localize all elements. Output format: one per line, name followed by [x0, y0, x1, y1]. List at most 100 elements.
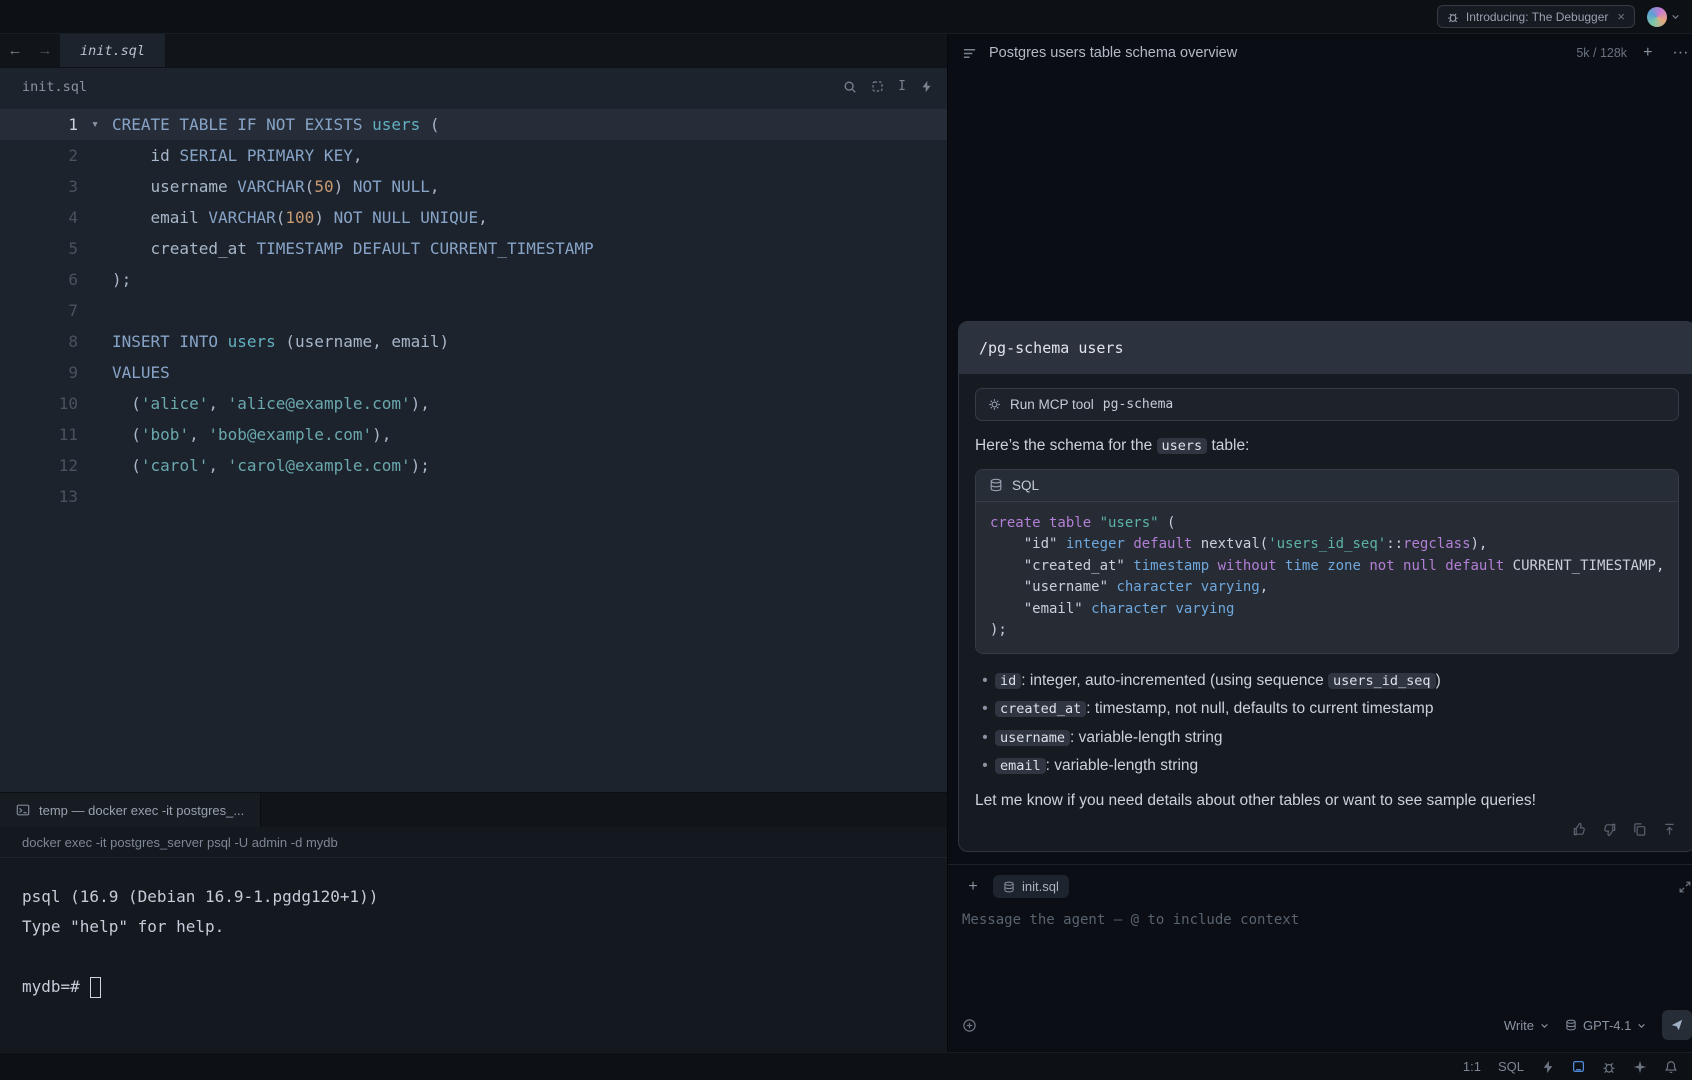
chevron-down-icon [1671, 12, 1680, 21]
message-input[interactable]: Message the agent — @ to include context [962, 912, 1692, 1010]
edit-prediction-icon[interactable] [1541, 1060, 1555, 1074]
code-line[interactable]: 11 ('bob', 'bob@example.com'), [0, 419, 947, 450]
sql-code-lines[interactable]: create table "users" ( "id" integer defa… [976, 502, 1678, 653]
tab-init-sql[interactable]: init.sql [60, 34, 166, 67]
model-selector[interactable]: GPT-4.1 [1565, 1018, 1646, 1033]
user-command: /pg-schema users [979, 339, 1124, 357]
tool-call[interactable]: Run MCP tool pg-schema [975, 388, 1679, 421]
terminal-line: psql (16.9 (Debian 16.9-1.pgdg120+1)) [22, 882, 925, 912]
close-icon[interactable]: × [1617, 9, 1625, 24]
titlebar: Introducing: The Debugger × [0, 0, 1692, 34]
code-line[interactable]: 5 created_at TIMESTAMP DEFAULT CURRENT_T… [0, 233, 947, 264]
code-line[interactable]: 8INSERT INTO users (username, email) [0, 326, 947, 357]
code-line[interactable]: 12 ('carol', 'carol@example.com'); [0, 450, 947, 481]
thread-menu-icon[interactable] [962, 46, 977, 61]
bullet-item: •created_at: timestamp, not null, defaul… [975, 695, 1679, 724]
nav-forward-button[interactable]: → [30, 34, 60, 67]
schema-bullet-list: •id: integer, auto-incremented (using se… [975, 667, 1679, 781]
terminal-command: docker exec -it postgres_server psql -U … [22, 835, 338, 850]
code-line[interactable]: 4 email VARCHAR(100) NOT NULL UNIQUE, [0, 202, 947, 233]
code-line[interactable]: 10 ('alice', 'alice@example.com'), [0, 388, 947, 419]
code-line[interactable]: 3 username VARCHAR(50) NOT NULL, [0, 171, 947, 202]
thumbs-down-icon[interactable] [1602, 822, 1617, 837]
mode-selector[interactable]: Write [1504, 1018, 1549, 1033]
send-button[interactable] [1662, 1010, 1692, 1040]
more-options-button[interactable]: ··· [1668, 43, 1692, 63]
debugger-notification[interactable]: Introducing: The Debugger × [1437, 5, 1635, 28]
cursor-position[interactable]: 1:1 [1463, 1059, 1481, 1074]
terminal-output-lines: psql (16.9 (Debian 16.9-1.pgdg120+1))Typ… [22, 882, 925, 942]
message-card: /pg-schema users Run MCP tool pg-schema … [958, 321, 1692, 853]
breadcrumb[interactable]: init.sql [22, 79, 87, 95]
zed-window: Introducing: The Debugger × ← → init.sql… [0, 0, 1692, 1080]
code-editor[interactable]: 1▾CREATE TABLE IF NOT EXISTS users (2 id… [0, 105, 947, 792]
terminal-tab-bar: temp — docker exec -it postgres_... [0, 793, 947, 827]
scroll-top-icon[interactable] [1662, 822, 1677, 837]
sql-code-block-header[interactable]: SQL [976, 470, 1678, 502]
search-icon[interactable] [843, 80, 857, 94]
user-message[interactable]: /pg-schema users [959, 322, 1692, 374]
bullet-item: •email: variable-length string [975, 752, 1679, 781]
expand-composer-icon[interactable] [1678, 880, 1692, 894]
new-thread-button[interactable]: + [1639, 43, 1656, 63]
chevron-down-icon [1637, 1021, 1646, 1030]
terminal-cursor [90, 977, 101, 998]
tab-bar: ← → init.sql [0, 34, 947, 68]
status-bar: 1:1 SQL [0, 1052, 1692, 1080]
code-line[interactable]: 7 [0, 295, 947, 326]
assistant-outro: Let me know if you need details about ot… [975, 789, 1679, 812]
message-composer[interactable]: + init.sql Message the agent — @ to incl… [948, 864, 1692, 1052]
thread-title[interactable]: Postgres users table schema overview [989, 45, 1564, 61]
sql-line: "created_at" timestamp without time zone… [990, 556, 1664, 578]
notification-label: Introducing: The Debugger [1466, 10, 1609, 24]
terminal-output[interactable]: psql (16.9 (Debian 16.9-1.pgdg120+1))Typ… [0, 858, 947, 1052]
file-icon [1003, 881, 1015, 893]
language-indicator[interactable]: SQL [1498, 1059, 1524, 1074]
avatar [1647, 7, 1667, 27]
editor-pane: ← → init.sql init.sql I [0, 34, 948, 1052]
terminal-icon [16, 803, 30, 817]
workspace: ← → init.sql init.sql I [0, 34, 1692, 1052]
message-feedback [975, 816, 1679, 841]
user-menu[interactable] [1647, 7, 1680, 27]
thumbs-up-icon[interactable] [1572, 822, 1587, 837]
agent-panel: Postgres users table schema overview 5k … [948, 34, 1692, 1052]
sql-line: "username" character varying, [990, 577, 1664, 599]
editor-toolbar: init.sql I [0, 68, 947, 105]
mode-label: Write [1504, 1018, 1534, 1033]
assistant-message: Run MCP tool pg-schema Here’s the schema… [959, 374, 1692, 852]
bullet-item: •id: integer, auto-incremented (using se… [975, 667, 1679, 696]
terminal-prompt-line: mydb=# [22, 972, 925, 1002]
thread-view[interactable]: /pg-schema users Run MCP tool pg-schema … [948, 72, 1692, 864]
context-chip[interactable]: init.sql [993, 875, 1069, 898]
add-context-button[interactable]: + [962, 876, 984, 898]
copy-icon[interactable] [1632, 822, 1647, 837]
tool-call-label: Run MCP tool [1010, 397, 1094, 412]
nav-back-button[interactable]: ← [0, 34, 30, 67]
send-icon [1670, 1018, 1684, 1032]
agent-settings-icon[interactable] [962, 1018, 977, 1033]
code-line[interactable]: 6); [0, 264, 947, 295]
terminal-panel: temp — docker exec -it postgres_... dock… [0, 792, 947, 1052]
code-line[interactable]: 1▾CREATE TABLE IF NOT EXISTS users ( [0, 109, 947, 140]
code-line[interactable]: 13 [0, 481, 947, 512]
sql-line: ); [990, 620, 1664, 642]
tool-call-name: pg-schema [1103, 397, 1173, 412]
code-line[interactable]: 2 id SERIAL PRIMARY KEY, [0, 140, 947, 171]
terminal-prompt: mydb=# [22, 972, 80, 1002]
inline-assist-icon[interactable] [920, 80, 933, 93]
code-line[interactable]: 9VALUES [0, 357, 947, 388]
gear-icon [988, 398, 1001, 411]
context-chip-label: init.sql [1022, 879, 1059, 894]
agent-panel-header: Postgres users table schema overview 5k … [948, 34, 1692, 72]
sql-line: "id" integer default nextval('users_id_s… [990, 534, 1664, 556]
terminal-tab[interactable]: temp — docker exec -it postgres_... [0, 793, 261, 827]
notification-bell-icon[interactable] [1664, 1060, 1678, 1074]
terminal-toggle-icon[interactable] [1572, 1060, 1585, 1073]
assistant-icon[interactable] [1633, 1060, 1647, 1074]
sql-line: create table "users" ( [990, 513, 1664, 535]
debugger-icon[interactable] [1602, 1060, 1616, 1074]
cursor-icon[interactable]: I [898, 79, 906, 94]
selection-icon[interactable] [871, 80, 884, 93]
terminal-tab-label: temp — docker exec -it postgres_... [39, 803, 244, 818]
